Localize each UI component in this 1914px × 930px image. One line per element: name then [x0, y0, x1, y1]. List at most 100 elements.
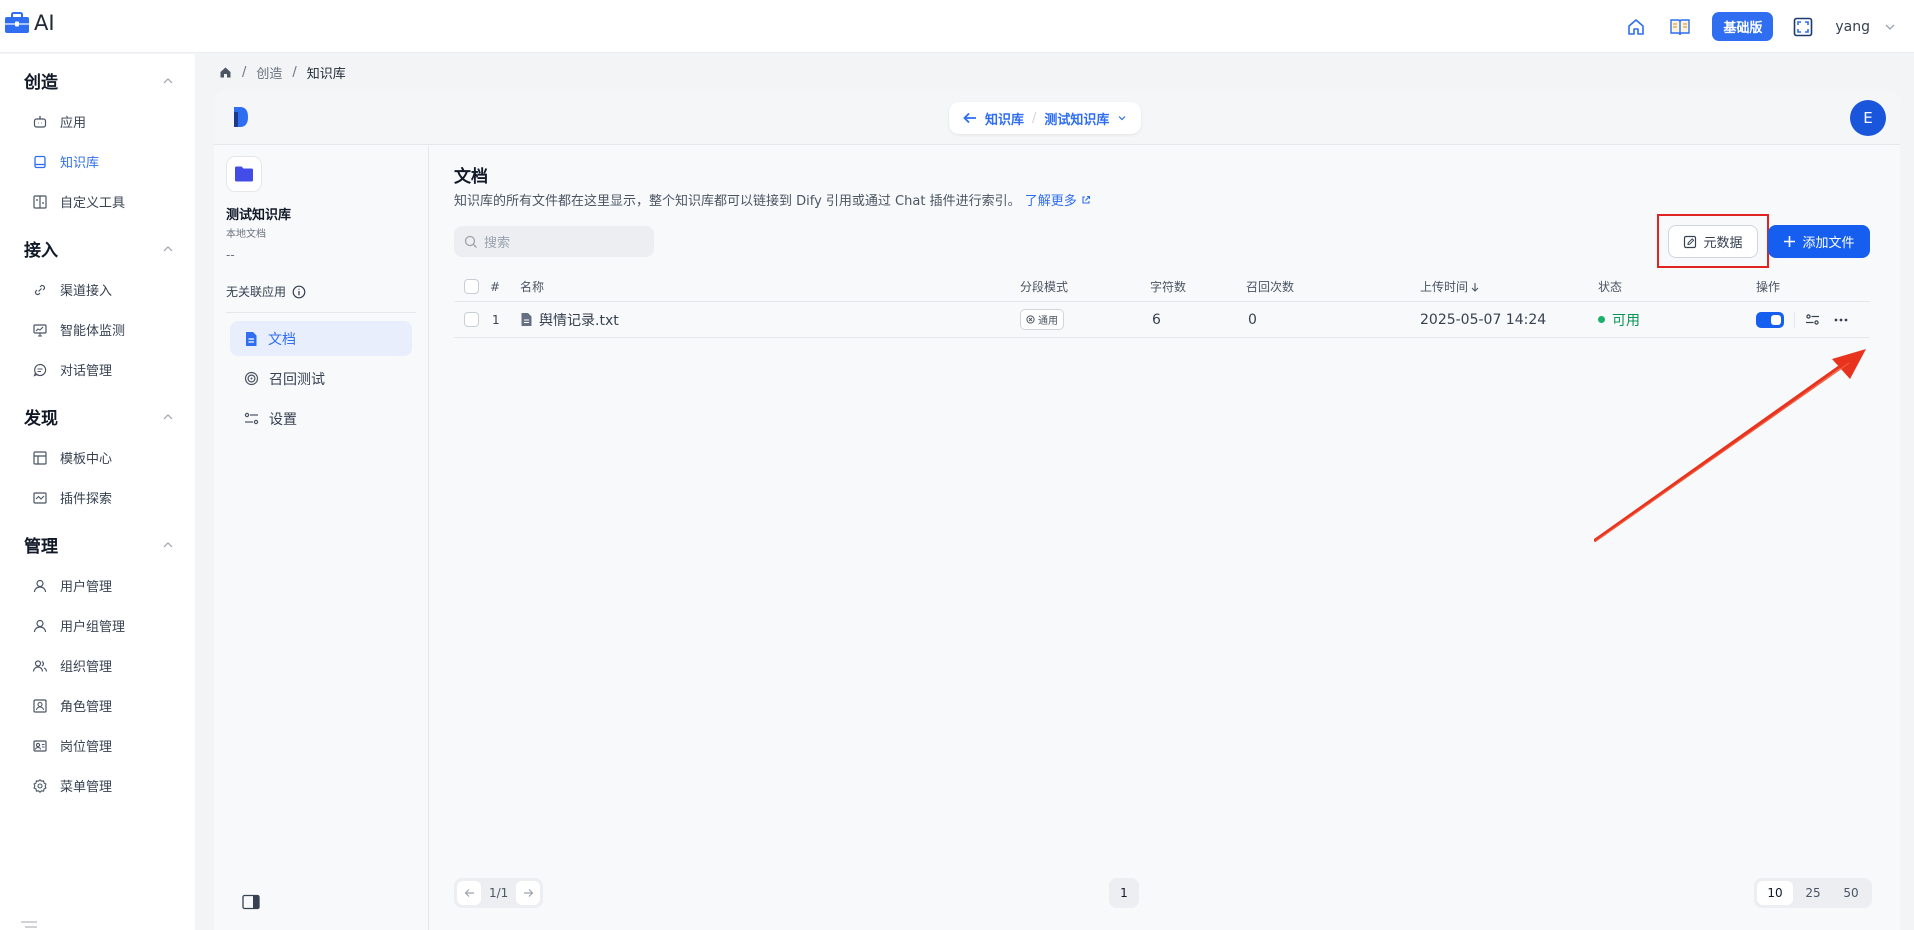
breadcrumb: / 创造 / 知识库	[219, 63, 346, 82]
sidebar-section-manage[interactable]: 管理	[24, 532, 174, 557]
sidebar-item-channels[interactable]: 渠道接入	[32, 280, 112, 299]
row-index: 1	[492, 312, 500, 327]
row-upload-time: 2025-05-07 14:24	[1420, 311, 1547, 328]
text-file-icon	[521, 313, 532, 326]
robot-icon	[32, 114, 48, 130]
current-dataset[interactable]: 测试知识库	[1044, 109, 1109, 128]
row-chars: 6	[1152, 311, 1161, 328]
org-icon	[32, 658, 48, 674]
sidebar-section-discover[interactable]: 发现	[24, 404, 174, 429]
breadcrumb-create[interactable]: 创造	[256, 63, 282, 82]
tab-documents[interactable]: 文档	[230, 321, 412, 356]
page-size-25[interactable]: 25	[1795, 881, 1831, 905]
unlinked-apps: 无关联应用	[226, 283, 306, 300]
sidebar: 创造 应用 知识库 自定义工具 接入 渠道接入 智能体监测 对话管理 发现 模板…	[0, 54, 195, 930]
username[interactable]: yang	[1835, 19, 1870, 35]
sidebar-section-create[interactable]: 创造	[24, 68, 174, 93]
annotation-highlight-box	[1657, 214, 1769, 268]
role-icon	[32, 698, 48, 714]
chevron-down-icon[interactable]	[1884, 21, 1896, 33]
sidebar-item-user-groups[interactable]: 用户组管理	[32, 616, 125, 635]
menu-fold-icon[interactable]	[20, 920, 38, 930]
chevron-up-icon	[163, 541, 173, 547]
learn-more-link[interactable]: 了解更多	[1025, 194, 1091, 209]
page-number-button[interactable]: 1	[1109, 878, 1139, 908]
search-input[interactable]: 搜索	[454, 226, 654, 257]
sidebar-item-templates[interactable]: 模板中心	[32, 448, 112, 467]
tab-settings[interactable]: 设置	[230, 401, 412, 436]
documents-table: # 名称 分段模式 字符数 召回次数 上传时间 状态 操作 1 舆情记录.txt	[454, 272, 1870, 338]
arrow-left-icon	[464, 889, 474, 897]
dataset-switcher[interactable]: 知识库 / 测试知识库	[949, 102, 1142, 134]
home-icon[interactable]	[219, 66, 232, 79]
row-name[interactable]: 舆情记录.txt	[520, 302, 619, 337]
select-all-checkbox[interactable]	[464, 279, 479, 294]
col-mode: 分段模式	[1020, 280, 1069, 294]
template-icon	[32, 450, 48, 466]
plus-icon	[1784, 236, 1796, 247]
sidebar-item-apps[interactable]: 应用	[32, 112, 86, 131]
page-size-10[interactable]: 10	[1757, 881, 1793, 905]
sidebar-item-users[interactable]: 用户管理	[32, 576, 112, 595]
chevron-up-icon	[163, 245, 173, 251]
settings-sliders-icon	[244, 412, 259, 425]
link-icon	[32, 282, 48, 298]
col-actions: 操作	[1756, 280, 1781, 294]
divider	[226, 312, 416, 313]
back-to-knowledge[interactable]: 知识库	[985, 109, 1024, 128]
col-chars: 字符数	[1150, 280, 1187, 294]
sidebar-item-menus[interactable]: 菜单管理	[32, 776, 112, 795]
prev-page-button[interactable]	[457, 881, 481, 905]
knowledge-icon	[32, 154, 48, 170]
book-icon[interactable]	[1668, 15, 1692, 39]
dify-logo-icon	[234, 107, 248, 127]
chevron-up-icon	[163, 413, 173, 419]
sidebar-item-conversations[interactable]: 对话管理	[32, 360, 112, 379]
next-page-button[interactable]	[516, 881, 541, 905]
add-file-button[interactable]: 添加文件	[1768, 225, 1870, 258]
main-panel: 知识库 / 测试知识库 E 测试知识库 本地文档 -- 无关联应用 文档 召回测…	[214, 90, 1900, 930]
sidebar-item-custom-tools[interactable]: 自定义工具	[32, 192, 125, 211]
col-index: #	[490, 279, 501, 294]
sidebar-item-knowledge[interactable]: 知识库	[32, 152, 99, 171]
sidebar-section-access[interactable]: 接入	[24, 236, 174, 261]
tools-icon	[32, 194, 48, 210]
user-group-icon	[32, 618, 48, 634]
chevron-up-icon	[163, 77, 173, 83]
dataset-type: 本地文档	[226, 229, 266, 240]
pagination-control: 1/1	[454, 878, 544, 908]
page-size-selector: 10 25 50	[1754, 878, 1872, 908]
monitor-icon	[32, 322, 48, 338]
position-icon	[32, 738, 48, 754]
row-actions	[1756, 302, 1848, 337]
sidebar-collapse-icon[interactable]	[242, 894, 260, 910]
sort-down-icon	[1471, 282, 1479, 292]
col-recalls: 召回次数	[1246, 280, 1295, 294]
tab-recall-test[interactable]: 召回测试	[230, 361, 412, 396]
fullscreen-icon[interactable]	[1791, 15, 1815, 39]
dataset-name: 测试知识库	[226, 208, 292, 223]
sidebar-item-plugins[interactable]: 插件探索	[32, 488, 112, 507]
page-size-50[interactable]: 50	[1833, 881, 1869, 905]
row-recalls: 0	[1248, 311, 1257, 328]
settings-sliders-icon[interactable]	[1805, 312, 1820, 327]
avatar[interactable]: E	[1850, 100, 1886, 136]
app-logo[interactable]: AI	[4, 11, 55, 35]
row-checkbox[interactable]	[464, 312, 479, 327]
col-upload-time[interactable]: 上传时间	[1420, 272, 1480, 301]
sidebar-item-orgs[interactable]: 组织管理	[32, 656, 112, 675]
app-title: AI	[34, 11, 55, 35]
chevron-down-icon[interactable]	[1117, 113, 1127, 123]
more-icon[interactable]	[1834, 318, 1848, 322]
sidebar-item-roles[interactable]: 角色管理	[32, 696, 112, 715]
enable-toggle[interactable]	[1756, 311, 1784, 328]
sidebar-item-positions[interactable]: 岗位管理	[32, 736, 112, 755]
general-mode-icon	[1026, 315, 1035, 324]
plugin-icon	[32, 490, 48, 506]
sidebar-item-agent-monitor[interactable]: 智能体监测	[32, 320, 125, 339]
table-row[interactable]: 1 舆情记录.txt 通用 6 0 2025-05-07 14:24 可用	[454, 302, 1870, 338]
plan-badge[interactable]: 基础版	[1712, 12, 1774, 41]
home-icon[interactable]	[1624, 15, 1648, 39]
info-icon[interactable]	[292, 285, 306, 299]
arrow-left-icon[interactable]	[963, 112, 977, 124]
